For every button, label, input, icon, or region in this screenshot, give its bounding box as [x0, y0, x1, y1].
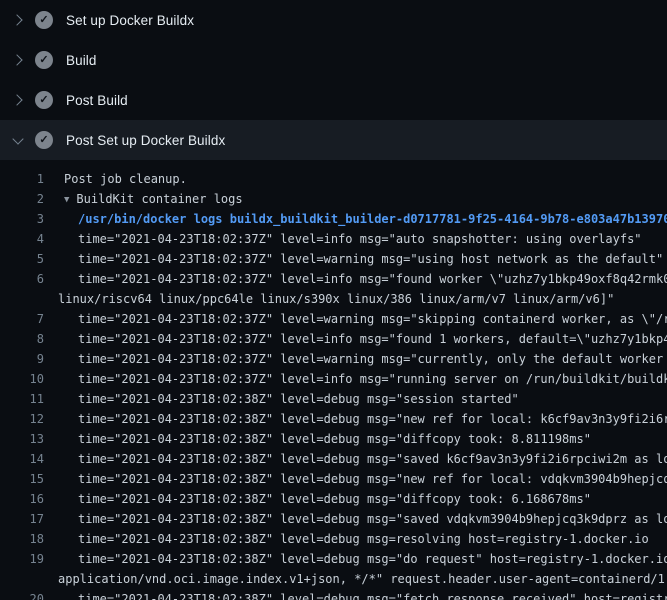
log-line-text: linux/riscv64 linux/ppc64le linux/s390x … — [44, 289, 614, 309]
log-line-text: Post job cleanup. — [44, 169, 187, 189]
log-line-number — [0, 289, 44, 309]
check-icon: ✓ — [39, 135, 48, 146]
log-line-text: time="2021-04-23T18:02:38Z" level=debug … — [44, 549, 667, 569]
log-line: 8 time="2021-04-23T18:02:37Z" level=info… — [0, 329, 667, 349]
log-line-number[interactable]: 2 — [0, 189, 44, 209]
log-line: 20 time="2021-04-23T18:02:38Z" level=deb… — [0, 589, 667, 600]
log-group-title: BuildKit container logs — [76, 192, 242, 206]
step-row-post-set-up-docker-buildx[interactable]: ✓ Post Set up Docker Buildx — [0, 120, 667, 160]
log-line-text: time="2021-04-23T18:02:38Z" level=debug … — [44, 589, 667, 600]
log-line-number[interactable]: 13 — [0, 429, 44, 449]
log-line-number[interactable]: 6 — [0, 269, 44, 289]
log-line-text: time="2021-04-23T18:02:38Z" level=debug … — [44, 409, 667, 429]
log-line-number[interactable]: 18 — [0, 529, 44, 549]
steps-list: ✓ Set up Docker Buildx ✓ Build ✓ Post Bu… — [0, 0, 667, 160]
check-icon: ✓ — [39, 15, 48, 26]
log-line-text: time="2021-04-23T18:02:38Z" level=debug … — [44, 509, 667, 529]
log-line: 1 Post job cleanup. — [0, 169, 667, 189]
check-circle-icon: ✓ — [35, 11, 53, 29]
log-line: 15 time="2021-04-23T18:02:38Z" level=deb… — [0, 469, 667, 489]
log-line-text: time="2021-04-23T18:02:38Z" level=debug … — [44, 469, 667, 489]
log-line-number[interactable]: 4 — [0, 229, 44, 249]
log-line-text: ▼ BuildKit container logs — [44, 189, 243, 209]
log-line-text: time="2021-04-23T18:02:37Z" level=info m… — [44, 369, 667, 389]
log-line: 10 time="2021-04-23T18:02:37Z" level=inf… — [0, 369, 667, 389]
triangle-down-icon: ▼ — [64, 195, 69, 205]
log-line: 9 time="2021-04-23T18:02:37Z" level=warn… — [0, 349, 667, 369]
step-label: Set up Docker Buildx — [66, 13, 194, 28]
check-circle-icon: ✓ — [35, 131, 53, 149]
log-line-number[interactable]: 1 — [0, 169, 44, 189]
log-line: 11 time="2021-04-23T18:02:38Z" level=deb… — [0, 389, 667, 409]
log-line-number[interactable]: 17 — [0, 509, 44, 529]
log-line: 3 /usr/bin/docker logs buildx_buildkit_b… — [0, 209, 667, 229]
chevron-right-icon — [12, 14, 24, 26]
log-line-number[interactable]: 5 — [0, 249, 44, 269]
log-line: application/vnd.oci.image.index.v1+json,… — [0, 569, 667, 589]
chevron-down-icon — [12, 134, 24, 146]
log-group-line[interactable]: 2 ▼ BuildKit container logs — [0, 189, 667, 209]
log-line-number[interactable]: 10 — [0, 369, 44, 389]
log-line-text: time="2021-04-23T18:02:37Z" level=info m… — [44, 229, 642, 249]
log-line-number[interactable]: 14 — [0, 449, 44, 469]
log-line-text: time="2021-04-23T18:02:38Z" level=debug … — [44, 429, 591, 449]
check-circle-icon: ✓ — [35, 51, 53, 69]
log-line-text: time="2021-04-23T18:02:37Z" level=info m… — [44, 329, 667, 349]
log-line-number[interactable]: 19 — [0, 549, 44, 569]
check-icon: ✓ — [39, 55, 48, 66]
log-line: 16 time="2021-04-23T18:02:38Z" level=deb… — [0, 489, 667, 509]
log-line: 4 time="2021-04-23T18:02:37Z" level=info… — [0, 229, 667, 249]
log-line-text: time="2021-04-23T18:02:38Z" level=debug … — [44, 389, 519, 409]
chevron-right-icon — [12, 54, 24, 66]
log-line: 18 time="2021-04-23T18:02:38Z" level=deb… — [0, 529, 667, 549]
log-line-number — [0, 569, 44, 589]
log-line-number[interactable]: 16 — [0, 489, 44, 509]
step-row-post-build[interactable]: ✓ Post Build — [0, 80, 667, 120]
log-line: 17 time="2021-04-23T18:02:38Z" level=deb… — [0, 509, 667, 529]
step-label: Build — [66, 53, 97, 68]
chevron-right-icon — [12, 94, 24, 106]
log-line-number[interactable]: 8 — [0, 329, 44, 349]
log-line-text: time="2021-04-23T18:02:37Z" level=info m… — [44, 269, 667, 289]
log-viewer: 1 Post job cleanup. 2 ▼ BuildKit containe… — [0, 160, 667, 600]
log-line-number[interactable]: 12 — [0, 409, 44, 429]
log-line-number[interactable]: 20 — [0, 589, 44, 600]
log-command-text: /usr/bin/docker logs buildx_buildkit_bui… — [44, 209, 667, 229]
log-line-number[interactable]: 15 — [0, 469, 44, 489]
check-icon: ✓ — [39, 95, 48, 106]
log-line: 19 time="2021-04-23T18:02:38Z" level=deb… — [0, 549, 667, 569]
check-circle-icon: ✓ — [35, 91, 53, 109]
log-line-number[interactable]: 11 — [0, 389, 44, 409]
log-line-text: time="2021-04-23T18:02:37Z" level=warnin… — [44, 249, 663, 269]
log-line: 14 time="2021-04-23T18:02:38Z" level=deb… — [0, 449, 667, 469]
log-line-text: time="2021-04-23T18:02:37Z" level=warnin… — [44, 309, 667, 329]
step-row-build[interactable]: ✓ Build — [0, 40, 667, 80]
log-line: 13 time="2021-04-23T18:02:38Z" level=deb… — [0, 429, 667, 449]
step-label: Post Build — [66, 93, 128, 108]
log-line-text: time="2021-04-23T18:02:38Z" level=debug … — [44, 529, 649, 549]
log-line-text: time="2021-04-23T18:02:37Z" level=warnin… — [44, 349, 667, 369]
log-line-number[interactable]: 3 — [0, 209, 44, 229]
log-line-number[interactable]: 9 — [0, 349, 44, 369]
log-line-text: time="2021-04-23T18:02:38Z" level=debug … — [44, 449, 667, 469]
log-line: 6 time="2021-04-23T18:02:37Z" level=info… — [0, 269, 667, 289]
step-row-set-up-docker-buildx[interactable]: ✓ Set up Docker Buildx — [0, 0, 667, 40]
log-line: linux/riscv64 linux/ppc64le linux/s390x … — [0, 289, 667, 309]
log-line: 5 time="2021-04-23T18:02:37Z" level=warn… — [0, 249, 667, 269]
log-line: 12 time="2021-04-23T18:02:38Z" level=deb… — [0, 409, 667, 429]
step-label: Post Set up Docker Buildx — [66, 133, 225, 148]
log-line: 7 time="2021-04-23T18:02:37Z" level=warn… — [0, 309, 667, 329]
log-line-text: time="2021-04-23T18:02:38Z" level=debug … — [44, 489, 591, 509]
log-line-text: application/vnd.oci.image.index.v1+json,… — [44, 569, 667, 589]
log-line-number[interactable]: 7 — [0, 309, 44, 329]
